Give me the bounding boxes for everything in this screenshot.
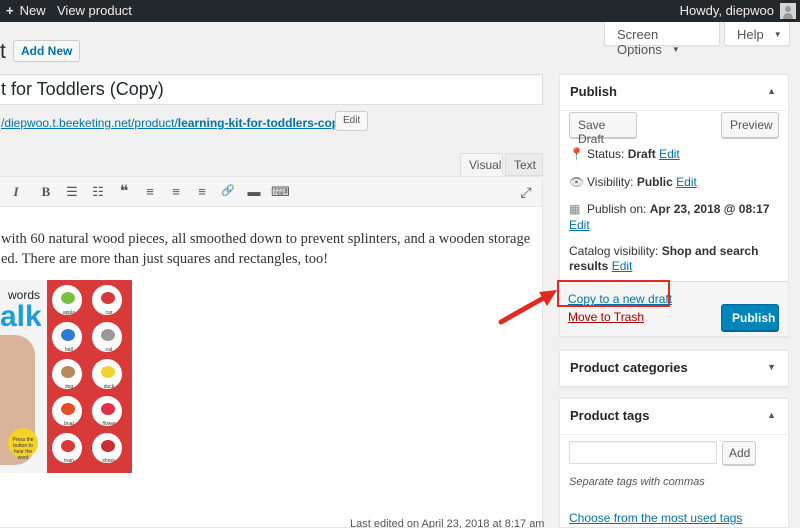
help-button[interactable]: Help ▼: [724, 22, 790, 46]
bulleted-list-icon[interactable]: ☰: [63, 184, 81, 200]
screen-options-button[interactable]: Screen Options ▼: [604, 22, 720, 57]
view-product-link[interactable]: View product: [57, 3, 132, 18]
edit-visibility-link[interactable]: Edit: [676, 175, 697, 189]
status-row: 📍 Status: Draft Edit: [569, 147, 680, 161]
publish-on-value: Apr 23, 2018 @ 08:17: [649, 202, 770, 216]
permalink-slug: learning-kit-for-toddlers-copy/: [177, 116, 350, 130]
publish-box-header[interactable]: Publish ▲: [560, 75, 788, 111]
edit-status-link[interactable]: Edit: [659, 147, 680, 161]
screen-options-label: Screen Options: [617, 27, 662, 57]
product-tags-box: Product tags ▲ Add Separate tags with co…: [559, 398, 789, 528]
catalog-visibility-label: Catalog visibility:: [569, 244, 659, 258]
catalog-visibility-value-2: results: [569, 259, 609, 273]
content-line: with 60 natural wood pieces, all smoothe…: [1, 231, 531, 247]
save-draft-button[interactable]: Save Draft: [569, 112, 637, 146]
publish-box-title: Publish: [570, 84, 617, 99]
highlight-box: [557, 280, 670, 307]
tag-input[interactable]: [569, 441, 717, 464]
image-talk-text: alk: [0, 300, 42, 333]
move-to-trash-link[interactable]: Move to Trash: [568, 310, 644, 324]
shoes-icon: shoes: [92, 433, 122, 464]
tab-visual[interactable]: Visual: [460, 153, 503, 176]
admin-bar: + New View product Howdy, diepwoo: [0, 0, 800, 22]
eye-icon: 👁: [569, 175, 585, 189]
product-image[interactable]: words alk apple car ball cat dog duck bo…: [0, 280, 132, 473]
catalog-visibility-row-2: results Edit: [569, 259, 632, 273]
content-line: ed. There are more than just squares and…: [1, 251, 329, 267]
align-left-icon[interactable]: ≡: [141, 184, 159, 199]
read-more-icon[interactable]: ▬: [245, 184, 263, 199]
publish-on-row: ▦ Publish on: Apr 23, 2018 @ 08:17: [569, 202, 770, 216]
caret-down-icon: ▼: [671, 45, 680, 54]
italic-icon[interactable]: I: [7, 184, 25, 200]
product-tags-title: Product tags: [570, 408, 650, 423]
add-tag-button[interactable]: Add: [722, 441, 756, 465]
new-menu[interactable]: + New: [6, 3, 46, 18]
edit-date-link[interactable]: Edit: [569, 218, 590, 232]
dog-icon: dog: [52, 359, 82, 390]
add-new-button[interactable]: Add New: [13, 40, 81, 62]
red-arrow-icon: [498, 290, 557, 325]
permalink[interactable]: /diepwoo.t.beeketing.net/product/learnin…: [1, 116, 349, 130]
pin-icon: 📍: [569, 147, 584, 161]
publish-on-label: Publish on:: [587, 202, 647, 216]
blockquote-icon[interactable]: ❝: [115, 181, 133, 201]
preview-button[interactable]: Preview: [721, 112, 779, 138]
edit-date-row: Edit: [569, 218, 590, 232]
tag-hint: Separate tags with commas: [569, 476, 705, 488]
collapse-up-icon[interactable]: ▲: [767, 410, 776, 420]
plus-icon: +: [6, 3, 14, 18]
duck-icon: duck: [92, 359, 122, 390]
numbered-list-icon[interactable]: ☷: [89, 184, 107, 200]
publish-button[interactable]: Publish: [721, 304, 779, 331]
permalink-base: /diepwoo.t.beeketing.net/product/: [1, 116, 178, 130]
product-categories-title: Product categories: [570, 360, 688, 375]
last-edited-text: Last edited on April 23, 2018 at 8:17 am: [350, 518, 545, 528]
visibility-row: 👁 Visibility: Public Edit: [569, 175, 697, 189]
edit-slug-button[interactable]: Edit: [335, 111, 369, 131]
flower-icon: flower: [92, 396, 122, 427]
status-value: Draft: [627, 147, 656, 161]
new-label: New: [19, 3, 46, 18]
help-label: Help: [737, 27, 764, 42]
status-label: Status:: [587, 147, 625, 161]
page-title: t: [0, 40, 6, 63]
calendar-icon: ▦: [569, 202, 581, 216]
catalog-visibility-row: Catalog visibility: Shop and search: [569, 244, 758, 258]
train-icon: train: [52, 433, 82, 464]
post-title-input[interactable]: t for Toddlers (Copy): [0, 74, 543, 105]
visibility-value: Public: [636, 175, 673, 189]
press-button-label: Press the button to hear the word: [8, 428, 38, 461]
editor-content[interactable]: with 60 natural wood pieces, all smoothe…: [1, 229, 531, 269]
expand-down-icon[interactable]: ▼: [767, 362, 776, 372]
most-used-tags-link[interactable]: Choose from the most used tags: [569, 511, 742, 525]
car-icon: car: [92, 285, 122, 316]
avatar[interactable]: [780, 3, 796, 19]
howdy-user[interactable]: Howdy, diepwoo: [680, 3, 774, 18]
cat-icon: cat: [92, 322, 122, 353]
product-categories-header[interactable]: Product categories ▼: [560, 351, 788, 387]
catalog-visibility-value: Shop and search: [661, 244, 759, 258]
boat-icon: boat: [52, 396, 82, 427]
editor-toolbar: B I ☰ ☷ ❝ ≡ ≡ ≡ 🔗 ▬ ⌨ ⤢: [0, 177, 542, 207]
align-center-icon[interactable]: ≡: [167, 184, 185, 199]
caret-down-icon: ▼: [773, 30, 782, 39]
tab-text[interactable]: Text: [505, 153, 543, 176]
align-right-icon[interactable]: ≡: [193, 184, 211, 199]
apple-icon: apple: [52, 285, 82, 316]
collapse-up-icon[interactable]: ▲: [767, 86, 776, 96]
edit-catalog-visibility-link[interactable]: Edit: [612, 259, 633, 273]
fullscreen-icon[interactable]: ⤢: [517, 184, 535, 201]
product-categories-box: Product categories ▼: [559, 350, 789, 387]
toolbar-toggle-icon[interactable]: ⌨: [271, 184, 290, 200]
product-tags-header[interactable]: Product tags ▲: [560, 399, 788, 435]
bold-icon[interactable]: B: [37, 184, 55, 200]
link-icon[interactable]: 🔗: [219, 184, 237, 197]
visibility-label: Visibility:: [587, 175, 634, 189]
ball-icon: ball: [52, 322, 82, 353]
